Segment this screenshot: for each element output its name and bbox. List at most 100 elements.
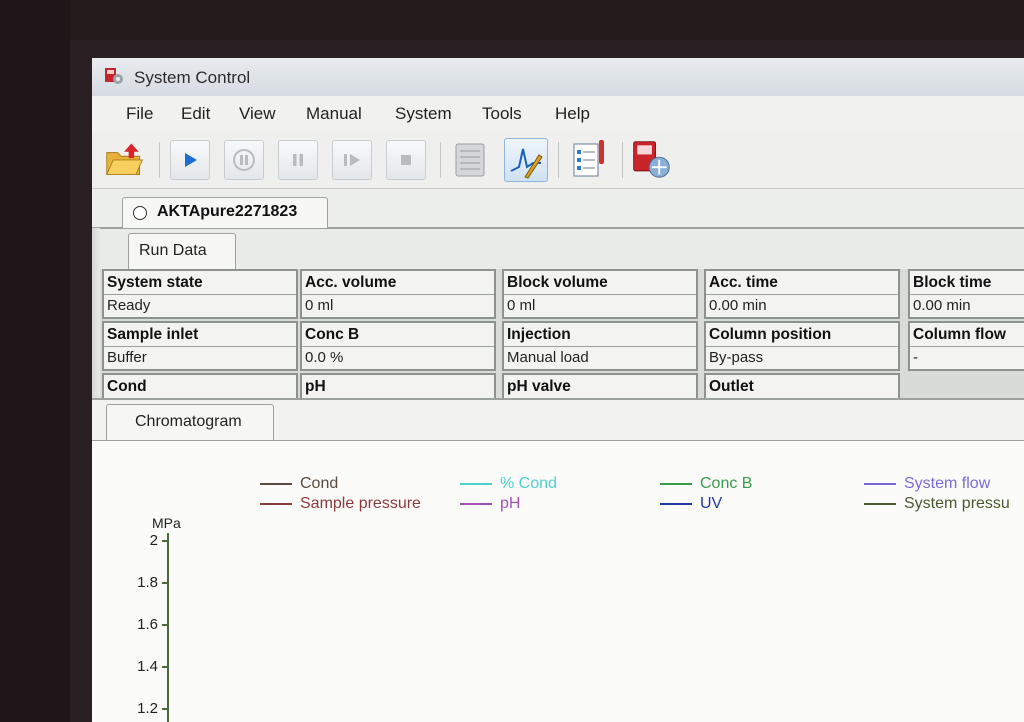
toolbar-separator bbox=[440, 142, 441, 178]
run-data-value: - bbox=[913, 349, 918, 366]
run-data-header: System state bbox=[107, 274, 203, 291]
chromatogram-plot-area: Cond Sample pressure % Cond pH Conc B UV Syste… bbox=[92, 440, 1024, 722]
method-checklist-icon bbox=[573, 140, 604, 177]
run-data-cell: Block volume 0 ml bbox=[502, 269, 698, 319]
legend-label: System flow bbox=[904, 475, 991, 492]
run-button[interactable] bbox=[170, 140, 210, 180]
run-data-header: Column position bbox=[709, 326, 832, 343]
system-connect-icon bbox=[633, 141, 670, 178]
run-data-header: pH valve bbox=[507, 378, 571, 395]
run-data-header: Block time bbox=[913, 274, 992, 291]
run-data-cell: Acc. time 0.00 min bbox=[704, 269, 900, 319]
run-data-header: Cond bbox=[107, 378, 147, 395]
run-data-value: 0 ml bbox=[305, 297, 334, 314]
run-data-cell: Conc B 0.0 % bbox=[300, 321, 496, 371]
run-data-value: Manual load bbox=[507, 349, 589, 366]
legend-item[interactable]: Cond bbox=[260, 475, 338, 493]
system-control-app-icon bbox=[105, 68, 123, 84]
pause-hold-button[interactable] bbox=[224, 140, 264, 180]
legend-swatch bbox=[660, 482, 692, 485]
log-book-icon bbox=[455, 143, 485, 177]
tab-run-data-label: Run Data bbox=[139, 242, 207, 259]
cell-divider bbox=[302, 346, 494, 347]
run-data-value: 0.00 min bbox=[709, 297, 767, 314]
window-title: System Control bbox=[134, 68, 251, 87]
legend-item[interactable]: System pressu bbox=[864, 495, 1010, 513]
cell-divider bbox=[104, 346, 296, 347]
menu-edit[interactable]: Edit bbox=[181, 104, 210, 124]
system-status-radio bbox=[133, 206, 147, 220]
legend-item[interactable]: Conc B bbox=[660, 475, 752, 493]
continue-button[interactable] bbox=[332, 140, 372, 180]
legend-item[interactable]: pH bbox=[460, 495, 520, 513]
menu-file[interactable]: File bbox=[126, 104, 153, 124]
menu-bar: File Edit View Manual System Tools Help bbox=[92, 96, 1024, 132]
toolbar-separator bbox=[558, 142, 559, 178]
run-data-header: Conc B bbox=[305, 326, 360, 343]
tab-chromatogram-label: Chromatogram bbox=[135, 413, 242, 430]
stop-icon bbox=[401, 155, 411, 165]
run-data-header: Acc. volume bbox=[305, 274, 397, 291]
cell-divider bbox=[910, 346, 1024, 347]
stop-button[interactable] bbox=[386, 140, 426, 180]
menu-tools[interactable]: Tools bbox=[482, 104, 522, 124]
menu-view[interactable]: View bbox=[239, 104, 276, 124]
legend-item[interactable]: System flow bbox=[864, 475, 990, 493]
customize-chromatogram-button[interactable] bbox=[504, 138, 548, 182]
run-data-cell: Acc. volume 0 ml bbox=[300, 269, 496, 319]
run-data-cell: pH bbox=[300, 373, 496, 399]
run-data-value: 0.00 min bbox=[913, 297, 971, 314]
monitor-bezel-top bbox=[0, 0, 1024, 40]
run-data-header: Acc. time bbox=[709, 274, 778, 291]
run-data-value: 0 ml bbox=[507, 297, 536, 314]
y-tick-label: 1.2 bbox=[137, 700, 158, 717]
legend-item[interactable]: % Cond bbox=[460, 475, 557, 493]
legend-label: % Cond bbox=[500, 475, 557, 492]
system-tab-label: AKTApure2271823 bbox=[157, 203, 298, 220]
run-data-header: Outlet bbox=[709, 378, 754, 395]
y-tick-label: 1.4 bbox=[137, 658, 158, 675]
system-control-window: System Control File Edit View Manual Sys… bbox=[92, 58, 1024, 722]
log-book-button[interactable] bbox=[449, 138, 491, 180]
cell-divider bbox=[104, 294, 296, 295]
cell-divider bbox=[910, 294, 1024, 295]
tab-run-data[interactable]: Run Data bbox=[128, 233, 236, 270]
run-data-cell: Injection Manual load bbox=[502, 321, 698, 371]
run-data-header: pH bbox=[305, 378, 326, 395]
legend-label: System pressu bbox=[904, 495, 1010, 512]
run-data-value: By-pass bbox=[709, 349, 764, 366]
legend-swatch bbox=[460, 482, 492, 485]
legend-swatch bbox=[864, 482, 896, 485]
pause-hold-icon bbox=[233, 149, 255, 171]
run-data-cell: System state Ready bbox=[102, 269, 298, 319]
menu-manual[interactable]: Manual bbox=[306, 104, 362, 124]
cell-divider bbox=[706, 294, 898, 295]
toolbar-separator bbox=[622, 142, 623, 178]
run-data-value: 0.0 % bbox=[305, 349, 344, 366]
y-tick-label: 1.6 bbox=[137, 616, 158, 633]
cell-divider bbox=[504, 346, 696, 347]
pause-button[interactable] bbox=[278, 140, 318, 180]
run-data-header: Column flow bbox=[913, 326, 1006, 343]
run-data-cell: Block time 0.00 min bbox=[908, 269, 1024, 319]
menu-help[interactable]: Help bbox=[555, 104, 590, 124]
toolbar bbox=[92, 132, 1024, 189]
system-connect-button[interactable] bbox=[630, 138, 672, 180]
legend-item[interactable]: Sample pressure bbox=[260, 495, 421, 513]
run-icon bbox=[185, 153, 197, 167]
tab-chromatogram[interactable]: Chromatogram bbox=[106, 404, 274, 441]
toolbar-separator bbox=[159, 142, 160, 178]
y-axis-unit: MPa bbox=[152, 515, 181, 531]
menu-system[interactable]: System bbox=[395, 104, 452, 124]
open-folder-button[interactable] bbox=[104, 138, 146, 180]
system-tab[interactable]: AKTApure2271823 bbox=[122, 197, 328, 228]
legend-item[interactable]: UV bbox=[660, 495, 722, 513]
cell-divider bbox=[302, 294, 494, 295]
method-checklist-button[interactable] bbox=[568, 138, 610, 180]
run-data-cell: Cond bbox=[102, 373, 298, 399]
title-bar: System Control bbox=[92, 58, 1024, 96]
system-tab-strip: AKTApure2271823 bbox=[92, 189, 1024, 228]
run-data-panel: Run Data System state Ready Acc. volume 0 m… bbox=[100, 228, 1024, 399]
legend-label: Cond bbox=[300, 475, 339, 492]
cell-divider bbox=[504, 294, 696, 295]
